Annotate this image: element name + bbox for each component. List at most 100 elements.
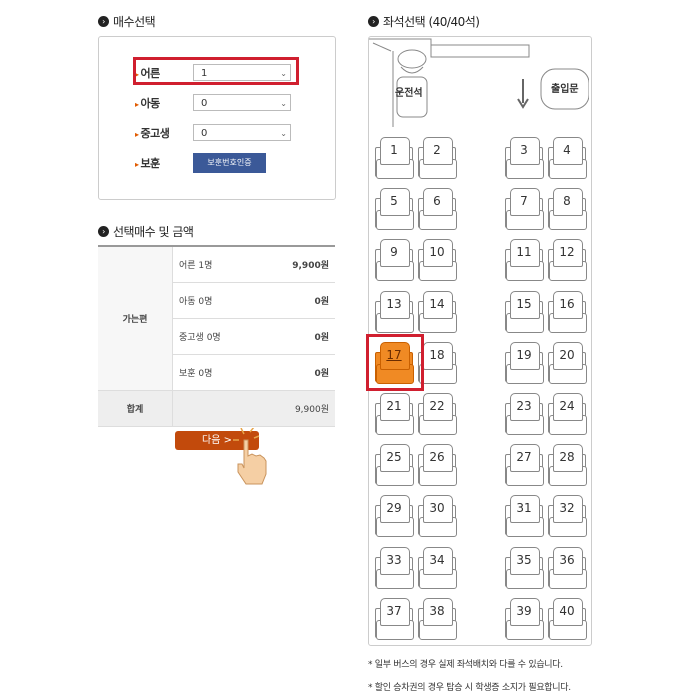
seat-21[interactable]: 21 <box>375 393 414 437</box>
seat-number: 3 <box>520 143 528 157</box>
seat-number: 31 <box>516 501 532 516</box>
seat-32[interactable]: 32 <box>548 495 587 539</box>
item-amount: 0원 <box>258 282 335 319</box>
item-label: 어른 1명 <box>172 245 259 283</box>
item-label: 중고생 0명 <box>172 318 259 355</box>
seat-26[interactable]: 26 <box>418 444 457 488</box>
seat-34[interactable]: 34 <box>418 546 457 591</box>
note-2: * 할인 승차권의 경우 탑승 시 학생증 소지가 필요합니다. <box>368 683 571 693</box>
seat-number: 40 <box>559 603 575 618</box>
arrow-bullet-icon: › <box>368 16 379 27</box>
seat-37[interactable]: 37 <box>375 597 414 642</box>
seat-number: 30 <box>429 501 445 516</box>
seat-6[interactable]: 6 <box>418 188 457 232</box>
seat-35[interactable]: 35 <box>505 546 544 591</box>
seat-39[interactable]: 39 <box>505 597 544 642</box>
note-1: * 일부 버스의 경우 실제 좌석배치와 다를 수 있습니다. <box>368 660 563 670</box>
seat-number: 22 <box>429 399 445 413</box>
seat-number: 5 <box>390 194 398 209</box>
seat-number: 19 <box>516 347 532 362</box>
item-amount: 9,900원 <box>258 245 335 283</box>
student-label: ▸ 중고생 <box>135 126 170 140</box>
seat-number: 10 <box>429 245 445 260</box>
seat-11[interactable]: 11 <box>505 239 544 283</box>
seat-23[interactable]: 23 <box>505 393 544 437</box>
seat-33[interactable]: 33 <box>375 546 414 591</box>
child-row: ▸ 아동 0 ⌄ <box>135 94 291 111</box>
hand-pointer-icon <box>233 428 267 485</box>
seat-38[interactable]: 38 <box>418 597 457 642</box>
veteran-auth-button[interactable]: 보훈번호인증 <box>193 153 266 173</box>
category-cell: 가는편 <box>98 245 173 391</box>
driver-seat-label: 운전석 <box>395 88 423 99</box>
seat-25[interactable]: 25 <box>375 444 414 488</box>
table-row: 가는편 어른 1명 9,900원 <box>98 245 335 391</box>
ticket-count-title-text: 매수선택 <box>113 15 156 29</box>
seat-number: 38 <box>429 603 445 618</box>
seat-number: 21 <box>386 399 402 413</box>
seat-title: › 좌석선택 (40/40석) <box>368 13 480 30</box>
total-amount: 9,900원 <box>172 390 335 427</box>
child-label: ▸ 아동 <box>135 96 160 110</box>
seat-14[interactable]: 14 <box>418 290 457 335</box>
seat-title-text: 좌석선택 (40/40석) <box>383 15 480 29</box>
seat-9[interactable]: 9 <box>375 239 414 283</box>
seat-7[interactable]: 7 <box>505 188 544 232</box>
summary-title: › 선택매수 및 금액 <box>98 223 194 240</box>
seat-number: 26 <box>429 450 445 465</box>
seat-number: 8 <box>563 194 571 209</box>
student-select[interactable]: 0 ⌄ <box>193 124 291 141</box>
seat-4[interactable]: 4 <box>548 137 587 181</box>
seat-29[interactable]: 29 <box>375 495 414 539</box>
seat-12[interactable]: 12 <box>548 239 587 283</box>
seat-number: 34 <box>429 552 445 567</box>
chevron-down-icon: ⌄ <box>280 99 287 108</box>
seat-number: 35 <box>516 552 532 567</box>
seat-20[interactable]: 20 <box>548 341 587 386</box>
seat-3[interactable]: 3 <box>505 137 544 181</box>
seat-31[interactable]: 31 <box>505 495 544 539</box>
seat-5[interactable]: 5 <box>375 188 414 232</box>
summary-table: 가는편 어른 1명 9,900원 아동 0명 0원 중고생 0명 0원 보훈 0… <box>98 245 335 427</box>
chevron-down-icon: ⌄ <box>280 129 287 138</box>
arrow-bullet-icon: › <box>98 16 109 27</box>
seat-number: 16 <box>559 296 575 311</box>
seat-number: 14 <box>429 296 445 311</box>
seat-number: 7 <box>520 194 528 209</box>
seat-13[interactable]: 13 <box>375 290 414 335</box>
seat-number: 15 <box>516 296 532 311</box>
summary-title-text: 선택매수 및 금액 <box>113 225 194 239</box>
total-label: 합계 <box>98 390 173 427</box>
child-select[interactable]: 0 ⌄ <box>193 94 291 111</box>
seat-22[interactable]: 22 <box>418 393 457 437</box>
seat-number: 27 <box>516 450 532 465</box>
seat-number: 39 <box>516 603 532 618</box>
item-label: 아동 0명 <box>172 282 259 319</box>
seat-number: 36 <box>559 552 575 567</box>
student-row: ▸ 중고생 0 ⌄ <box>135 124 291 141</box>
seat-2[interactable]: 2 <box>418 137 457 181</box>
seat-28[interactable]: 28 <box>548 444 587 488</box>
seat-30[interactable]: 30 <box>418 495 457 539</box>
seat-27[interactable]: 27 <box>505 444 544 488</box>
seat-number: 33 <box>386 552 402 567</box>
seat-number: 6 <box>433 194 441 209</box>
item-amount: 0원 <box>258 354 335 391</box>
seat-19[interactable]: 19 <box>505 341 544 386</box>
seat-15[interactable]: 15 <box>505 290 544 335</box>
ticket-count-title: › 매수선택 <box>98 13 156 30</box>
seat-24[interactable]: 24 <box>548 393 587 437</box>
seat-36[interactable]: 36 <box>548 546 587 591</box>
seat-number: 12 <box>559 245 575 260</box>
seat-10[interactable]: 10 <box>418 239 457 283</box>
seat-number: 28 <box>559 450 575 465</box>
seat-16[interactable]: 16 <box>548 290 587 335</box>
seat-number: 29 <box>386 501 402 516</box>
seat-40[interactable]: 40 <box>548 597 587 642</box>
seat-8[interactable]: 8 <box>548 188 587 232</box>
item-amount: 0원 <box>258 318 335 355</box>
door-label: 출입문 <box>551 84 579 95</box>
seat-number: 13 <box>386 296 402 311</box>
selected-seat-highlight <box>366 334 424 391</box>
seat-1[interactable]: 1 <box>375 137 414 181</box>
